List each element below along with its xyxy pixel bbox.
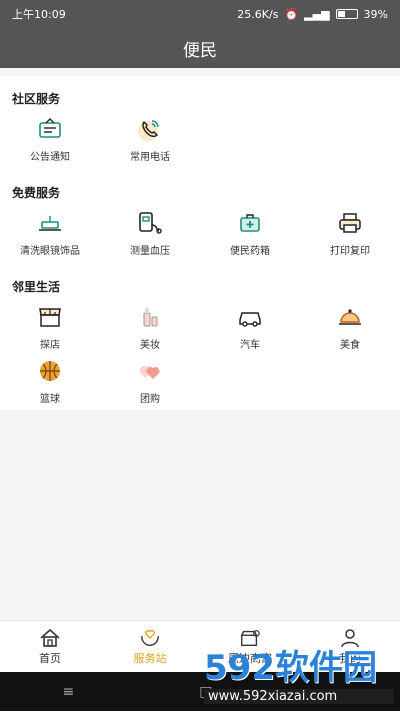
cosmetics-icon bbox=[137, 304, 163, 330]
item-label: 汽车 bbox=[240, 340, 260, 351]
battery-percent: 39% bbox=[363, 7, 388, 21]
net-speed: 25.6K/s bbox=[237, 7, 279, 21]
item-food[interactable]: 美食 bbox=[300, 304, 400, 352]
blood-pressure-icon bbox=[137, 210, 163, 236]
tab-label: 首页 bbox=[39, 651, 61, 665]
car-icon bbox=[237, 304, 263, 330]
tab-service-station[interactable]: 服务站 bbox=[100, 621, 200, 672]
item-label: 测量血压 bbox=[130, 246, 170, 257]
item-label: 团购 bbox=[140, 394, 160, 405]
item-group-buy[interactable]: 团购 bbox=[100, 358, 200, 406]
title-bar: 便民 bbox=[0, 28, 400, 68]
item-label: 美妆 bbox=[140, 340, 160, 351]
section-title-free: 免费服务 bbox=[12, 186, 61, 200]
tab-label: 服务站 bbox=[133, 651, 167, 665]
basketball-icon bbox=[37, 358, 63, 384]
item-label: 常用电话 bbox=[130, 152, 170, 163]
menu-icon[interactable]: ≡ bbox=[63, 684, 75, 700]
store-icon bbox=[239, 628, 261, 648]
item-label: 打印复印 bbox=[330, 246, 370, 257]
medicine-box-icon bbox=[237, 210, 263, 236]
page-title: 便民 bbox=[183, 40, 217, 61]
food-cloche-icon bbox=[337, 304, 363, 330]
user-icon bbox=[339, 628, 361, 648]
status-time: 上午10:09 bbox=[12, 8, 66, 21]
tab-label: 周边商家 bbox=[228, 651, 272, 665]
alarm-icon: ⏰ bbox=[284, 7, 299, 21]
group-buy-icon bbox=[137, 358, 163, 384]
item-blood-pressure[interactable]: 测量血压 bbox=[100, 210, 200, 258]
item-shop[interactable]: 探店 bbox=[0, 304, 100, 352]
item-label: 便民药箱 bbox=[230, 246, 270, 257]
item-label: 公告通知 bbox=[30, 152, 70, 163]
item-label: 探店 bbox=[40, 340, 60, 351]
printer-icon bbox=[337, 210, 363, 236]
section-title-community: 社区服务 bbox=[12, 92, 61, 106]
item-notice[interactable]: 公告通知 bbox=[0, 116, 100, 164]
tab-label: 我的 bbox=[339, 651, 361, 665]
services-panel: 社区服务 公告通知 常用电话 免费服务 清洗眼镜饰品 测量血压 便民药箱 打印复… bbox=[0, 76, 400, 410]
item-cleaning[interactable]: 清洗眼镜饰品 bbox=[0, 210, 100, 258]
item-label: 篮球 bbox=[40, 394, 60, 405]
notice-board-icon bbox=[37, 116, 63, 142]
tab-mine[interactable]: 我的 bbox=[300, 621, 400, 672]
item-label: 美食 bbox=[340, 340, 360, 351]
cleaning-icon bbox=[37, 210, 63, 236]
section-title-neighborhood: 邻里生活 bbox=[12, 280, 61, 294]
system-nav-bar: ≡ □ bbox=[0, 672, 400, 711]
status-bar: 上午10:09 25.6K/s ⏰ ▂▄▆ 39% bbox=[0, 0, 400, 28]
tab-nearby-merchants[interactable]: 周边商家 bbox=[200, 621, 300, 672]
home-icon bbox=[39, 628, 61, 648]
battery-icon bbox=[335, 9, 358, 19]
home-square-icon[interactable]: □ bbox=[199, 684, 212, 700]
item-phone[interactable]: 常用电话 bbox=[100, 116, 200, 164]
item-cosmetics[interactable]: 美妆 bbox=[100, 304, 200, 352]
status-right: 25.6K/s ⏰ ▂▄▆ 39% bbox=[237, 8, 388, 21]
item-medicine-box[interactable]: 便民药箱 bbox=[200, 210, 300, 258]
signal-icon: ▂▄▆ bbox=[304, 7, 330, 21]
item-label: 清洗眼镜饰品 bbox=[20, 246, 80, 257]
bottom-tab-bar: 首页 服务站 周边商家 我的 bbox=[0, 620, 400, 672]
item-printer[interactable]: 打印复印 bbox=[300, 210, 400, 258]
item-basketball[interactable]: 篮球 bbox=[0, 358, 100, 406]
shop-icon bbox=[37, 304, 63, 330]
heart-hands-icon bbox=[139, 628, 161, 648]
tab-home[interactable]: 首页 bbox=[0, 621, 100, 672]
item-car[interactable]: 汽车 bbox=[200, 304, 300, 352]
phone-icon bbox=[137, 116, 163, 142]
